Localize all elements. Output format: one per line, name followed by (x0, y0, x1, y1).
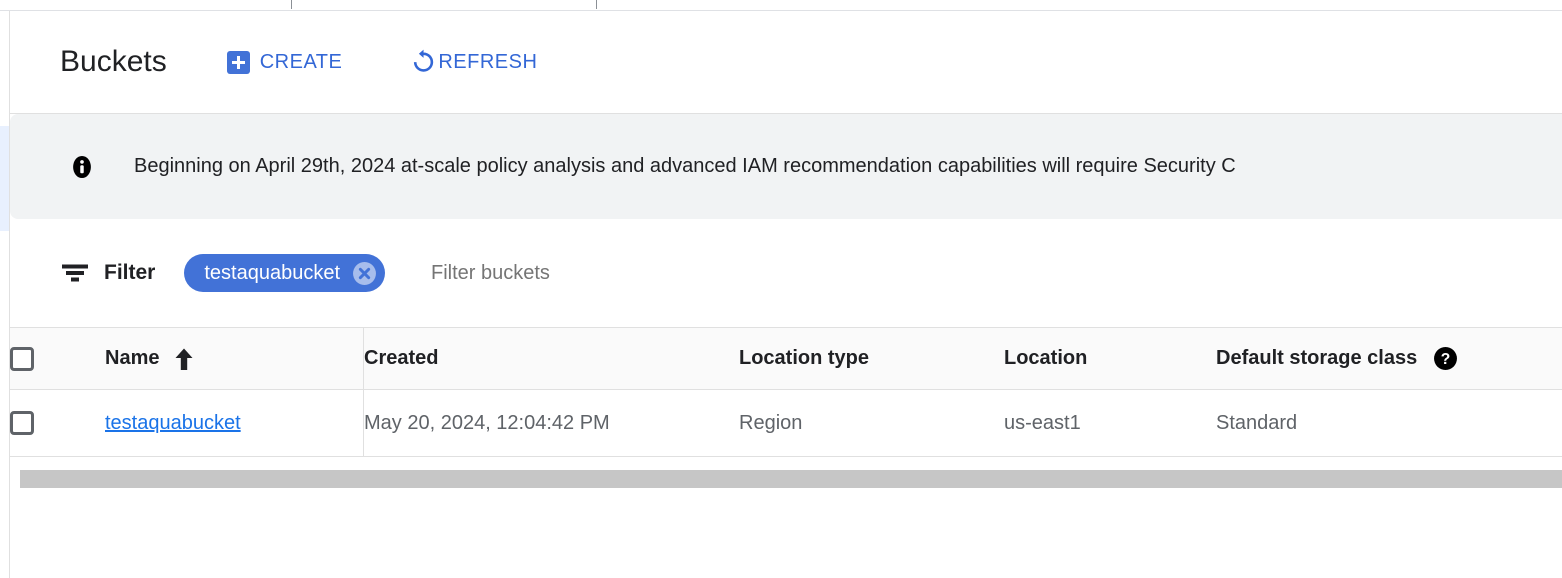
header-cell-select-all (10, 327, 105, 390)
row-cell-location-type: Region (739, 389, 1004, 457)
close-circle-icon[interactable] (352, 261, 377, 286)
filter-row: Filter testaquabucket Filter buckets (10, 219, 1562, 327)
select-all-checkbox[interactable] (10, 346, 34, 371)
refresh-button[interactable]: REFRESH (410, 49, 537, 75)
browser-tab-strip (0, 0, 1562, 10)
row-checkbox[interactable] (10, 411, 34, 435)
main-content: Buckets CREATE REFRESH Beginning on Apri… (9, 11, 1562, 578)
left-rail (0, 11, 9, 578)
header-cell-name[interactable]: Name (105, 327, 364, 390)
svg-text:?: ? (1441, 351, 1451, 368)
banner-text: Beginning on April 29th, 2024 at-scale p… (134, 155, 1236, 177)
plus-box-icon (226, 50, 250, 74)
header-cell-created[interactable]: Created (363, 327, 739, 390)
page-header: Buckets CREATE REFRESH (10, 11, 1562, 114)
filter-chip-testaquabucket[interactable]: testaquabucket (184, 254, 385, 292)
info-banner: Beginning on April 29th, 2024 at-scale p… (10, 114, 1562, 219)
horizontal-scrollbar-track[interactable] (20, 470, 1562, 488)
row-cell-name: testaquabucket (105, 389, 364, 457)
table-row[interactable]: testaquabucket May 20, 2024, 12:04:42 PM… (10, 389, 1562, 457)
create-button-label: CREATE (259, 50, 343, 73)
create-button[interactable]: CREATE (226, 50, 343, 74)
header-cell-default-storage-class[interactable]: Default storage class ? (1216, 327, 1562, 390)
filter-chip-label: testaquabucket (204, 261, 340, 284)
header-label-default-storage-class: Default storage class (1216, 347, 1418, 369)
horizontal-scrollbar-thumb[interactable] (20, 470, 1562, 488)
table-header: Name Created Location type Location Defa… (10, 327, 1562, 390)
row-cell-select (10, 389, 105, 457)
filter-input-placeholder[interactable]: Filter buckets (431, 262, 550, 285)
header-cell-location-type[interactable]: Location type (739, 327, 1004, 390)
refresh-button-label: REFRESH (438, 50, 538, 73)
buckets-table: Name Created Location type Location Defa… (10, 327, 1562, 457)
row-cell-location: us-east1 (1004, 389, 1216, 457)
row-cell-created: May 20, 2024, 12:04:42 PM (363, 389, 739, 457)
refresh-icon (414, 49, 434, 72)
header-cell-location[interactable]: Location (1004, 327, 1216, 390)
page-title: Buckets (60, 45, 167, 78)
header-actions: CREATE REFRESH (226, 49, 538, 75)
filter-icon[interactable] (62, 264, 88, 282)
arrow-up-icon[interactable] (173, 347, 195, 371)
header-label-created: Created (364, 347, 439, 369)
header-label-location-type: Location type (739, 347, 870, 369)
bucket-name-link[interactable]: testaquabucket (105, 412, 241, 434)
filter-label: Filter (104, 261, 156, 284)
header-label-name: Name (105, 347, 160, 369)
table-header-row: Name Created Location type Location Defa… (10, 327, 1562, 390)
browser-tab-2[interactable] (596, 0, 1562, 9)
row-cell-default-storage-class: Standard (1216, 389, 1562, 457)
header-label-location: Location (1004, 347, 1088, 369)
left-rail-highlight (0, 126, 9, 231)
info-icon (73, 155, 91, 178)
browser-tab-1[interactable] (0, 0, 292, 9)
help-icon[interactable]: ? (1433, 346, 1458, 371)
table-body: testaquabucket May 20, 2024, 12:04:42 PM… (10, 389, 1562, 457)
